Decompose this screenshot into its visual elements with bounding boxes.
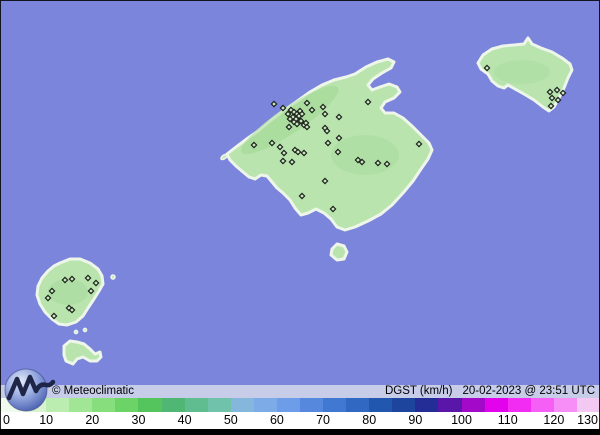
colorbar-segment: [392, 398, 416, 412]
colorbar-segment: [253, 398, 277, 412]
colorbar: [0, 398, 600, 412]
colorbar-segment: [438, 398, 462, 412]
colorbar-tick-label: 20: [85, 413, 100, 427]
colorbar-tick-label: 10: [39, 413, 54, 427]
colorbar-segment: [553, 398, 577, 412]
colorbar-segment: [415, 398, 439, 412]
islet-espalmador-1: [73, 329, 79, 335]
colorbar-tick-row: 0 10 20 30 40 50 60 70 80 90 100 110 120 130: [0, 412, 600, 429]
colorbar-tick-label: 70: [316, 413, 331, 427]
colorbar-tick-label: 50: [223, 413, 238, 427]
colorbar-segment: [230, 398, 254, 412]
colorbar-segment: [507, 398, 531, 412]
colorbar-segment: [161, 398, 185, 412]
colorbar-segment: [300, 398, 324, 412]
colorbar-tick-label: 80: [362, 413, 377, 427]
colorbar-tick-label: 30: [131, 413, 146, 427]
attribution-band: © Meteoclimatic DGST (km/h) 20-02-2023 @…: [0, 385, 600, 398]
bottom-border-band: [0, 429, 600, 435]
colorbar-segment: [346, 398, 370, 412]
colorbar-tick-label: 120: [543, 413, 565, 427]
colorbar-segment: [138, 398, 162, 412]
colorbar-segment: [69, 398, 93, 412]
colorbar-segment: [461, 398, 485, 412]
colorbar-tick-label: 100: [451, 413, 472, 427]
colorbar-tick-label: 40: [177, 413, 192, 427]
colorbar-tick-label: 0: [3, 413, 10, 427]
terrain-shading-mallorca-center: [331, 135, 399, 175]
variable-label: DGST (km/h): [384, 385, 453, 397]
colorbar-tick-label: 90: [408, 413, 423, 427]
colorbar-segment: [184, 398, 208, 412]
colorbar-segment: [276, 398, 301, 412]
colorbar-segment: [576, 398, 600, 412]
colorbar-tick-label: 130: [577, 413, 598, 427]
colorbar-segment: [484, 398, 508, 412]
colorbar-tick-label: 60: [269, 413, 284, 427]
terrain-shading-menorca: [494, 60, 550, 84]
colorbar-segment: [530, 398, 554, 412]
colorbar-segment: [369, 398, 393, 412]
colorbar-segment: [323, 398, 347, 412]
colorbar-segment: [92, 398, 116, 412]
islet-tagomago: [110, 274, 116, 280]
islet-espalmador-2: [82, 327, 88, 333]
meteoclimatic-logo: [4, 368, 56, 412]
datetime-label: 20-02-2023 @ 23:51 UTC: [462, 385, 596, 397]
map-area: [0, 0, 600, 385]
colorbar-tick-label: 110: [497, 413, 518, 427]
weather-map-screenshot: © Meteoclimatic DGST (km/h) 20-02-2023 @…: [0, 0, 600, 435]
colorbar-segment: [115, 398, 139, 412]
island-cabrera: [329, 242, 349, 262]
colorbar-segment: [207, 398, 231, 412]
